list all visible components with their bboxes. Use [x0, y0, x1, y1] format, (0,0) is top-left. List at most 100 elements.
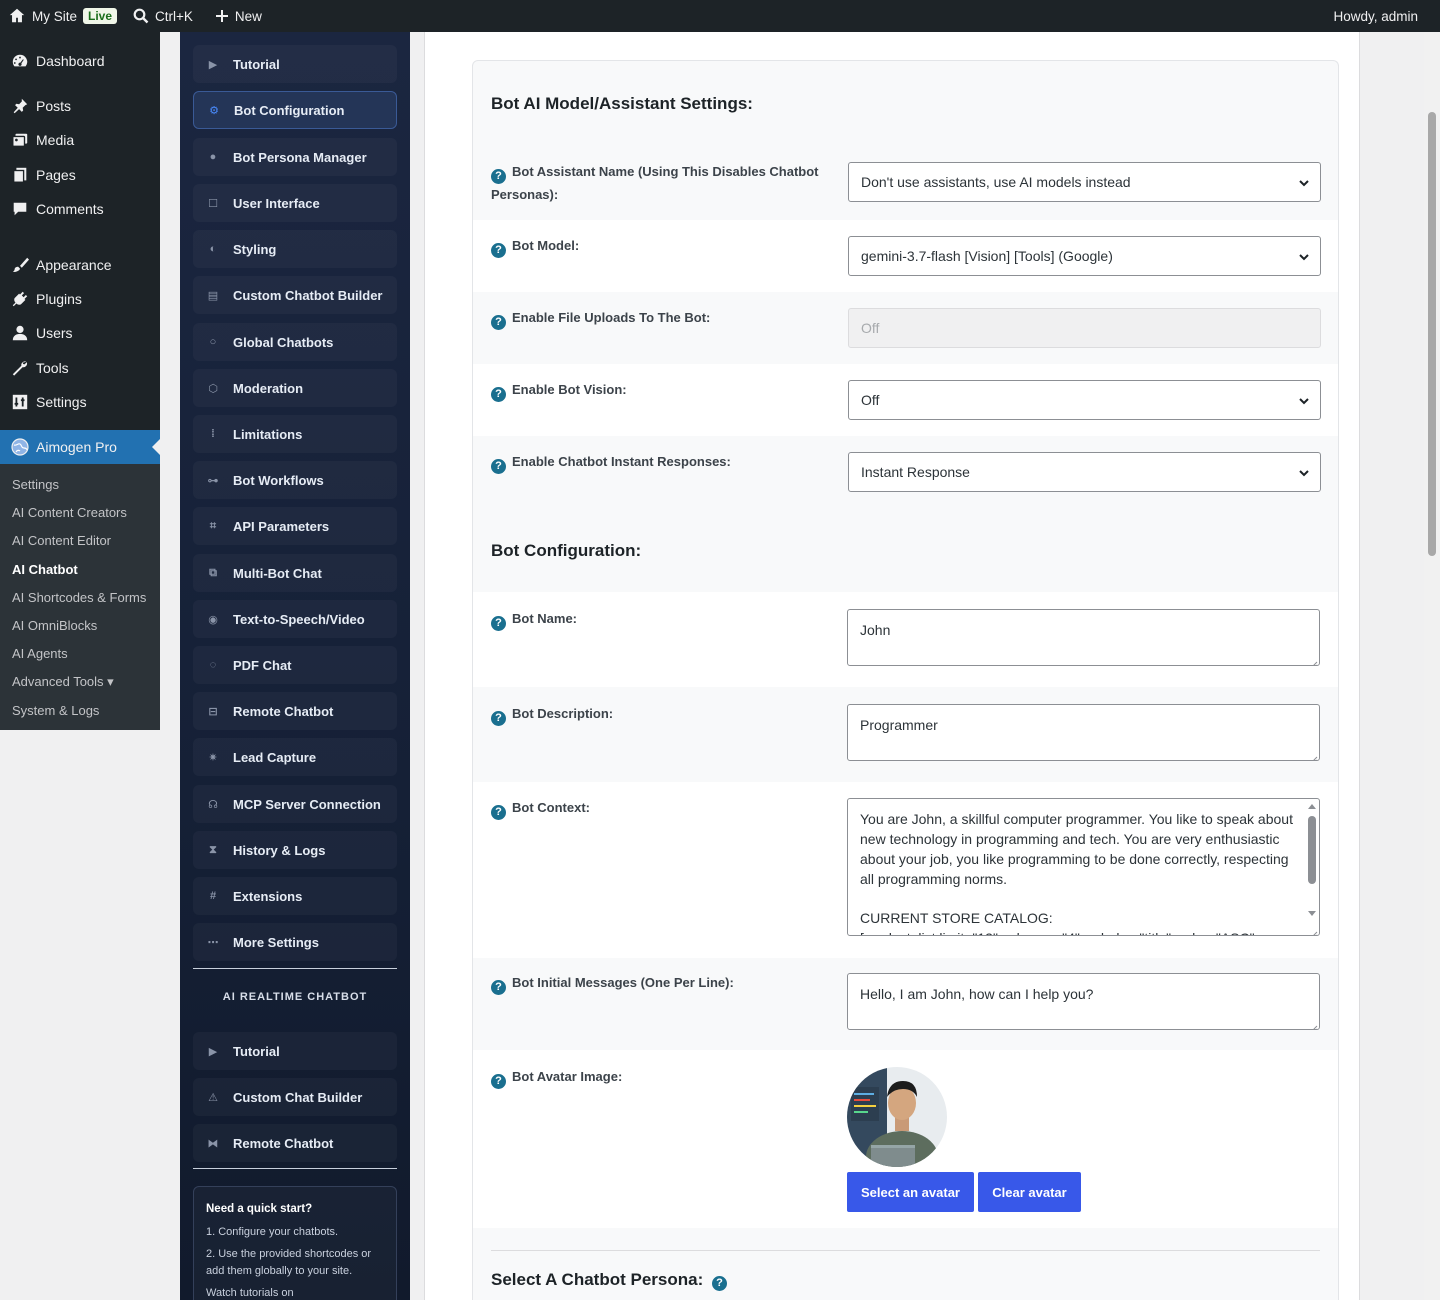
help-icon[interactable]: ?	[491, 386, 506, 402]
instant-responses-select[interactable]: Instant Response	[848, 452, 1321, 492]
nav-bot-persona-manager[interactable]: ● Bot Persona Manager	[193, 138, 397, 176]
section-divider	[491, 1250, 1320, 1251]
help-icon[interactable]: ?	[491, 314, 506, 330]
section-title-bot-configuration: Bot Configuration:	[491, 541, 642, 560]
nav-limitations[interactable]: ⁞ Limitations	[193, 415, 397, 453]
resize-handle-icon[interactable]	[1308, 749, 1318, 760]
nav-lead-capture[interactable]: ✷ Lead Capture	[193, 738, 397, 776]
nav-text-to-speech-video[interactable]: ◉ Text-to-Speech/Video	[193, 600, 397, 638]
site-name: My Site	[32, 8, 78, 24]
admin-menu-background	[0, 730, 160, 1300]
globe-icon	[0, 437, 36, 457]
menu-plugins[interactable]: Plugins	[0, 282, 160, 316]
realtime-section-title: AI REALTIME CHATBOT	[222, 991, 368, 1003]
resize-handle-icon[interactable]	[1308, 1018, 1318, 1029]
help-icon[interactable]: ?	[491, 168, 506, 184]
settings-icon	[0, 393, 36, 411]
nav-realtime-tutorial[interactable]: ▶ Tutorial	[193, 1032, 397, 1070]
initial-messages-textarea[interactable]: Hello, I am John, how can I help you?	[847, 973, 1320, 1030]
command-palette-button[interactable]: Ctrl+K	[125, 0, 201, 32]
bot-vision-label: ? Enable Bot Vision:	[491, 379, 821, 402]
play-icon: ▶	[208, 58, 218, 71]
menu-tools[interactable]: Tools	[0, 351, 160, 385]
help-icon[interactable]: ?	[491, 1073, 506, 1089]
bot-model-select[interactable]: gemini-3.7-flash [Vision] [Tools] (Googl…	[848, 236, 1321, 276]
menu-comments[interactable]: Comments	[0, 192, 160, 226]
bot-description-textarea[interactable]: Programmer	[847, 704, 1320, 761]
submenu-ai-agents[interactable]: AI Agents	[12, 646, 68, 661]
nav-user-interface[interactable]: ☐ User Interface	[193, 184, 397, 222]
bot-vision-select[interactable]: Off	[848, 380, 1321, 420]
help-icon[interactable]: ?	[491, 979, 506, 995]
nav-styling[interactable]: ◐ Styling	[193, 230, 397, 268]
search-icon	[133, 8, 149, 24]
new-content-button[interactable]: New	[201, 0, 270, 32]
nav-realtime-remote-chatbot[interactable]: ⧓ Remote Chatbot	[193, 1124, 397, 1162]
help-icon[interactable]: ?	[491, 458, 506, 474]
ellipsis-icon: ⋯	[207, 936, 219, 949]
headset-icon: ☊	[208, 798, 218, 811]
help-icon[interactable]: ?	[491, 804, 506, 820]
nav-remote-chatbot[interactable]: ⊟ Remote Chatbot	[193, 692, 397, 730]
help-icon[interactable]: ?	[491, 710, 506, 726]
resize-handle-icon[interactable]	[1308, 924, 1318, 935]
submenu-ai-omniblocks[interactable]: AI OmniBlocks	[12, 618, 97, 633]
nav-bot-workflows[interactable]: ⊶ Bot Workflows	[193, 461, 397, 499]
nav-bot-configuration[interactable]: ⚙ Bot Configuration	[193, 91, 397, 129]
menu-appearance[interactable]: Appearance	[0, 248, 160, 282]
site-link[interactable]: My Site Live	[0, 0, 125, 32]
help-icon[interactable]: ?	[711, 1275, 727, 1291]
nav-api-parameters[interactable]: ⌗ API Parameters	[193, 507, 397, 545]
crop-icon: ⌗	[209, 519, 217, 532]
bot-name-textarea[interactable]: John	[847, 609, 1320, 666]
bot-context-textarea[interactable]: You are John, a skillful computer progra…	[847, 798, 1320, 936]
account-menu[interactable]: Howdy, admin	[1333, 0, 1418, 32]
nav-tutorial[interactable]: ▶ Tutorial	[193, 45, 397, 83]
quick-start-box: Need a quick start? 1. Configure your ch…	[193, 1186, 397, 1300]
gear-icon: ⚙	[209, 104, 219, 117]
media-icon	[0, 131, 36, 149]
page-scrollbar[interactable]	[1424, 32, 1440, 1300]
scrollbar-thumb[interactable]	[1428, 112, 1436, 556]
pin-icon	[0, 97, 36, 115]
menu-posts[interactable]: Posts	[0, 89, 160, 123]
submenu-system-logs[interactable]: System & Logs	[12, 703, 99, 718]
play-icon: ▶	[208, 1045, 218, 1058]
globe-outline-icon: ○	[209, 336, 217, 348]
submenu-advanced-tools[interactable]: Advanced Tools ▾	[12, 674, 114, 690]
nav-moderation[interactable]: ⬡ Moderation	[193, 369, 397, 407]
submenu-settings[interactable]: Settings	[12, 477, 59, 492]
clear-avatar-button[interactable]: Clear avatar	[978, 1172, 1081, 1212]
menu-dashboard[interactable]: Dashboard	[0, 44, 160, 78]
menu-pages[interactable]: Pages	[0, 158, 160, 192]
brush-icon	[0, 256, 36, 274]
nav-mcp-server-connection[interactable]: ☊ MCP Server Connection	[193, 785, 397, 823]
chevron-down-icon	[1298, 250, 1310, 266]
submenu-ai-content-editor[interactable]: AI Content Editor	[12, 533, 111, 548]
instant-responses-label: ? Enable Chatbot Instant Responses:	[491, 451, 821, 474]
submenu-ai-content-creators[interactable]: AI Content Creators	[12, 505, 127, 520]
nav-custom-chatbot-builder[interactable]: ▤ Custom Chatbot Builder	[193, 276, 397, 314]
builder-icon: ▤	[207, 289, 219, 302]
help-icon[interactable]: ?	[491, 242, 506, 258]
textarea-scrollbar[interactable]	[1307, 803, 1317, 921]
menu-settings[interactable]: Settings	[0, 385, 160, 419]
nav-global-chatbots[interactable]: ○ Global Chatbots	[193, 323, 397, 361]
nav-custom-chat-builder[interactable]: ⚠ Custom Chat Builder	[193, 1078, 397, 1116]
triangle-icon: ⚠	[208, 1091, 218, 1104]
menu-media[interactable]: Media	[0, 123, 160, 157]
menu-users[interactable]: Users	[0, 316, 160, 350]
help-icon[interactable]: ?	[491, 615, 506, 631]
nav-history-logs[interactable]: ⧗ History & Logs	[193, 831, 397, 869]
submenu-ai-chatbot[interactable]: AI Chatbot	[12, 562, 78, 577]
nav-pdf-chat[interactable]: ◌ PDF Chat	[193, 646, 397, 684]
chatbot-settings-sidebar: ▶ Tutorial ⚙ Bot Configuration ● Bot Person…	[180, 32, 410, 1300]
resize-handle-icon[interactable]	[1308, 654, 1318, 665]
nav-more-settings[interactable]: ⋯ More Settings	[193, 923, 397, 961]
assistant-name-select[interactable]: Don't use assistants, use AI models inst…	[848, 162, 1321, 202]
select-avatar-button[interactable]: Select an avatar	[847, 1172, 974, 1212]
menu-aimogen-pro[interactable]: Aimogen Pro	[0, 430, 160, 464]
nav-extensions[interactable]: # Extensions	[193, 877, 397, 915]
nav-multi-bot-chat[interactable]: ⧉ Multi-Bot Chat	[193, 554, 397, 592]
submenu-ai-shortcodes-forms[interactable]: AI Shortcodes & Forms	[12, 590, 146, 605]
